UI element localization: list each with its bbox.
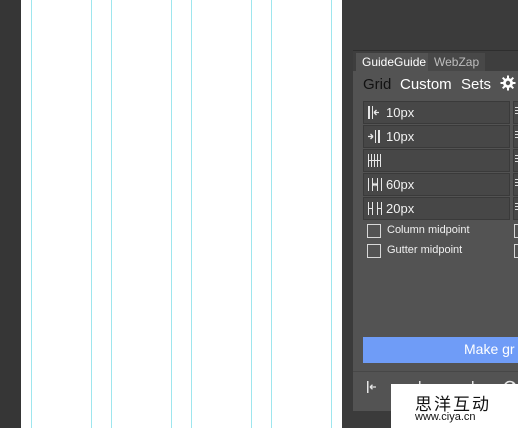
panel-tab-bar: GuideGuide WebZap: [353, 51, 518, 71]
gutter-width-icon: [368, 202, 382, 215]
right-margin-field[interactable]: 10px: [363, 125, 510, 148]
guide-line[interactable]: [251, 0, 252, 428]
workspace-left-edge: [0, 0, 21, 428]
guide-line[interactable]: [191, 0, 192, 428]
right-column-field[interactable]: [513, 173, 518, 196]
gutter-width-value: 20px: [386, 201, 415, 216]
tab-webzap[interactable]: WebZap: [428, 53, 486, 71]
gutter-midpoint-checkbox[interactable]: [367, 244, 381, 258]
guide-line[interactable]: [271, 0, 272, 428]
column-midpoint-label: Column midpoint: [387, 224, 470, 236]
gutter-midpoint-label: Gutter midpoint: [387, 244, 463, 256]
left-margin-field[interactable]: 10px: [363, 101, 510, 124]
guide-line[interactable]: [111, 0, 112, 428]
right-checkbox[interactable]: [514, 244, 518, 258]
guide-line[interactable]: [91, 0, 92, 428]
nav-sets[interactable]: Sets: [461, 76, 491, 93]
add-left-guide-icon[interactable]: [365, 380, 379, 394]
guide-line[interactable]: [171, 0, 172, 428]
right-column-field[interactable]: [513, 125, 518, 148]
left-margin-value: 10px: [386, 105, 415, 120]
gear-icon[interactable]: [500, 75, 516, 91]
gutter-width-field[interactable]: 20px: [363, 197, 510, 220]
columns-field[interactable]: [363, 149, 510, 172]
column-width-icon: [368, 178, 382, 191]
watermark-url: www.ciya.cn: [415, 411, 476, 423]
nav-grid[interactable]: Grid: [363, 76, 391, 93]
make-grid-label: Make gr: [464, 341, 515, 357]
nav-custom[interactable]: Custom: [400, 76, 452, 93]
right-column-field[interactable]: [513, 197, 518, 220]
right-checkbox[interactable]: [514, 224, 518, 238]
guide-line[interactable]: [331, 0, 332, 428]
tab-guideguide[interactable]: GuideGuide: [356, 53, 433, 71]
columns-icon: [368, 154, 381, 167]
document-canvas[interactable]: [21, 0, 342, 428]
column-width-field[interactable]: 60px: [363, 173, 510, 196]
left-margin-icon: [368, 106, 379, 119]
guide-line[interactable]: [31, 0, 32, 428]
column-width-value: 60px: [386, 177, 415, 192]
right-margin-icon: [368, 130, 380, 143]
guideguide-panel: GuideGuide WebZap Grid Custom Sets 10px: [353, 50, 518, 411]
right-column-field[interactable]: [513, 101, 518, 124]
right-column-field[interactable]: [513, 149, 518, 172]
watermark: 思洋互动 www.ciya.cn: [391, 384, 518, 428]
make-grid-button[interactable]: Make gr: [363, 337, 518, 363]
right-margin-value: 10px: [386, 129, 415, 144]
column-midpoint-checkbox[interactable]: [367, 224, 381, 238]
